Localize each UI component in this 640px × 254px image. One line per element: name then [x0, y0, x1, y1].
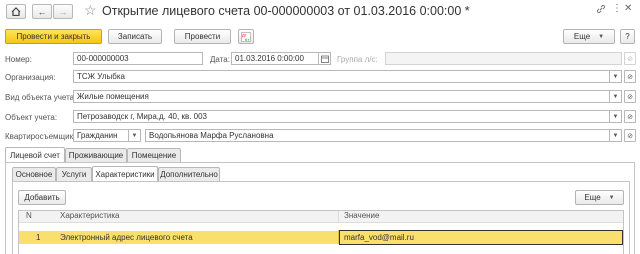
add-button[interactable]: Добавить — [18, 190, 66, 205]
organization-label: Организация: — [5, 73, 56, 82]
calendar-button[interactable] — [319, 52, 331, 65]
home-button[interactable] — [6, 4, 26, 19]
group-label: Группа л/с: — [337, 55, 378, 64]
tenant-name-field[interactable]: Водопьянова Марфа Руслановна — [145, 129, 610, 142]
row-characteristic: Электронный адрес лицевого счета — [60, 233, 193, 242]
post-button[interactable]: Провести — [174, 29, 231, 44]
home-icon — [11, 7, 21, 16]
page-title: Открытие лицевого счета 00-000000003 от … — [102, 4, 470, 18]
organization-dropdown-button[interactable]: ▼ — [610, 70, 622, 83]
object-open-icon[interactable]: ⊘ — [624, 110, 636, 123]
number-label: Номер: — [5, 55, 32, 64]
chevron-down-icon: ▼ — [131, 132, 138, 139]
tab-main-info-label: Основное — [15, 170, 53, 179]
object-type-open-icon[interactable]: ⊘ — [624, 90, 636, 103]
post-and-close-label: Провести и закрыть — [16, 32, 91, 41]
tab-residents-label: Проживающие — [68, 151, 124, 160]
tenant-label: Квартиросъемщик: — [5, 132, 76, 141]
favorite-star-icon[interactable]: ☆ — [84, 2, 97, 19]
chevron-down-icon: ▼ — [612, 73, 619, 80]
help-button[interactable]: ? — [620, 29, 635, 44]
tenant-kind-dropdown-button[interactable]: ▼ — [129, 129, 141, 142]
group-field — [385, 52, 622, 65]
organization-open-icon[interactable]: ⊘ — [624, 70, 636, 83]
close-icon[interactable]: ✕ — [624, 3, 632, 14]
row-number: 1 — [36, 233, 41, 242]
date-field[interactable]: 01.03.2016 0:00:00 — [231, 52, 319, 65]
post-label: Провести — [184, 32, 221, 41]
chevron-down-icon: ▼ — [612, 113, 619, 120]
tab-residents[interactable]: Проживающие — [65, 148, 127, 162]
tab-main-info[interactable]: Основное — [12, 167, 56, 181]
tenant-kind-field[interactable]: Гражданин — [73, 129, 129, 142]
tab-premises-label: Помещение — [131, 151, 177, 160]
tab-services-label: Услуги — [61, 170, 87, 179]
more-label: Еще — [573, 32, 591, 41]
tab-account-label: Лицевой счет — [10, 150, 60, 160]
more-menu-button[interactable]: Еще ▼ — [563, 29, 615, 44]
post-and-close-button[interactable]: Провести и закрыть — [5, 29, 102, 44]
object-type-field[interactable]: Жилые помещения — [73, 90, 610, 103]
object-label: Объект учета: — [5, 113, 58, 122]
tenant-name-dropdown-button[interactable]: ▼ — [610, 129, 622, 142]
print-movements-button[interactable]: Дт Кт — [238, 29, 254, 44]
column-header-characteristic[interactable]: Характеристика — [60, 210, 119, 222]
column-divider — [338, 211, 339, 223]
number-field[interactable]: 00-000000003 — [73, 52, 203, 65]
tab-additional[interactable]: Дополнительно — [158, 167, 220, 181]
object-type-dropdown-button[interactable]: ▼ — [610, 90, 622, 103]
link-icon[interactable] — [596, 4, 606, 17]
tenant-name-open-icon[interactable]: ⊘ — [624, 129, 636, 142]
group-open-icon: ⊘ — [624, 52, 636, 65]
table-more-button[interactable]: Еще ▼ — [575, 190, 624, 205]
tab-services[interactable]: Услуги — [56, 167, 92, 181]
forward-button[interactable]: → — [53, 4, 73, 19]
chevron-down-icon: ▼ — [598, 33, 605, 40]
date-label: Дата: — [210, 55, 230, 64]
object-dropdown-button[interactable]: ▼ — [610, 110, 622, 123]
table-more-label: Еще — [584, 193, 601, 202]
forward-arrow-icon: → — [58, 6, 68, 17]
column-header-value[interactable]: Значение — [344, 210, 379, 222]
back-button[interactable]: ← — [32, 4, 52, 19]
object-type-label: Вид объекта учета: — [5, 93, 77, 102]
tab-additional-label: Дополнительно — [160, 170, 218, 179]
chevron-down-icon: ▼ — [612, 93, 619, 100]
tab-premises[interactable]: Помещение — [127, 148, 181, 162]
more-icon[interactable]: ⋮ — [612, 3, 622, 14]
organization-field[interactable]: ТСЖ Улыбка — [73, 70, 610, 83]
dt-kt-report-icon: Дт Кт — [241, 31, 251, 42]
back-arrow-icon: ← — [37, 6, 47, 17]
row-value[interactable]: marfa_vod@mail.ru — [344, 231, 414, 244]
help-icon: ? — [625, 32, 630, 41]
column-header-n[interactable]: N — [26, 210, 32, 222]
tab-characteristics-label: Характеристики — [95, 169, 155, 179]
save-button[interactable]: Записать — [108, 29, 162, 44]
calendar-icon — [320, 55, 329, 63]
tab-characteristics[interactable]: Характеристики — [92, 166, 158, 181]
tab-account[interactable]: Лицевой счет — [5, 147, 65, 162]
chevron-down-icon: ▼ — [612, 132, 619, 139]
svg-text:Кт: Кт — [245, 36, 249, 41]
chevron-down-icon: ▼ — [608, 194, 615, 201]
add-label: Добавить — [24, 193, 60, 202]
save-label: Записать — [117, 32, 153, 41]
object-field[interactable]: Петрозаводск г, Мира,д. 40, кв. 003 — [73, 110, 610, 123]
